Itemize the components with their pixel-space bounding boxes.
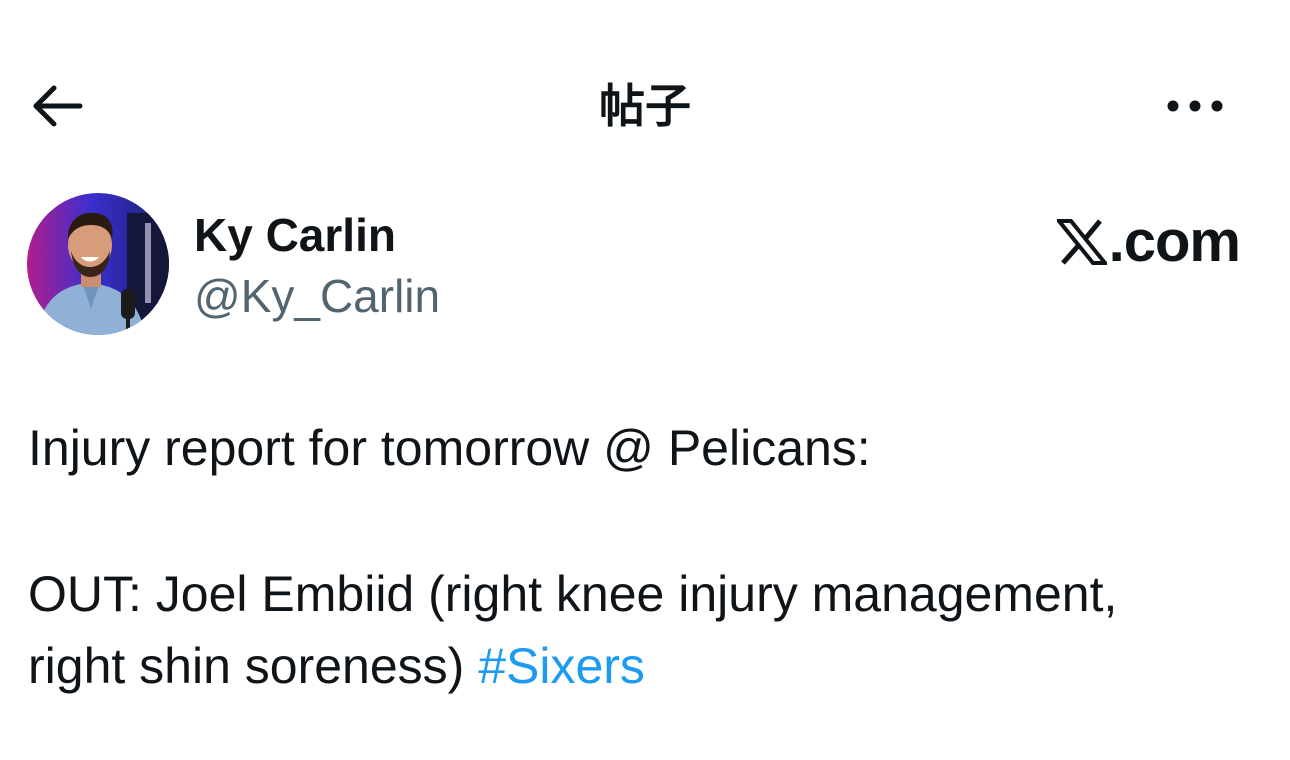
- author-name[interactable]: Ky Carlin: [194, 205, 396, 265]
- tweet-text: Injury report for tomorrow @ Pelicans: O…: [28, 412, 1268, 702]
- author-handle[interactable]: @Ky_Carlin: [194, 266, 440, 326]
- tweet-line-2: OUT: Joel Embiid (right knee injury mana…: [28, 566, 1118, 622]
- tweet-line-3: right shin soreness) #Sixers: [28, 630, 1268, 702]
- brand-text: .com: [1108, 209, 1241, 274]
- hashtag-link[interactable]: #Sixers: [478, 638, 645, 694]
- page-title: 帖子: [599, 79, 691, 133]
- top-nav-bar: 帖子: [0, 60, 1290, 150]
- tweet-line-1: Injury report for tomorrow @ Pelicans:: [28, 420, 871, 476]
- avatar[interactable]: [27, 193, 169, 335]
- x-com-watermark: .com: [1056, 209, 1241, 274]
- profile-photo: [27, 193, 169, 335]
- more-horizontal-icon: [1167, 100, 1223, 112]
- tweet-line-3-text: right shin soreness): [28, 638, 479, 694]
- more-options-button[interactable]: [1160, 82, 1230, 130]
- x-logo-icon: [1056, 219, 1107, 265]
